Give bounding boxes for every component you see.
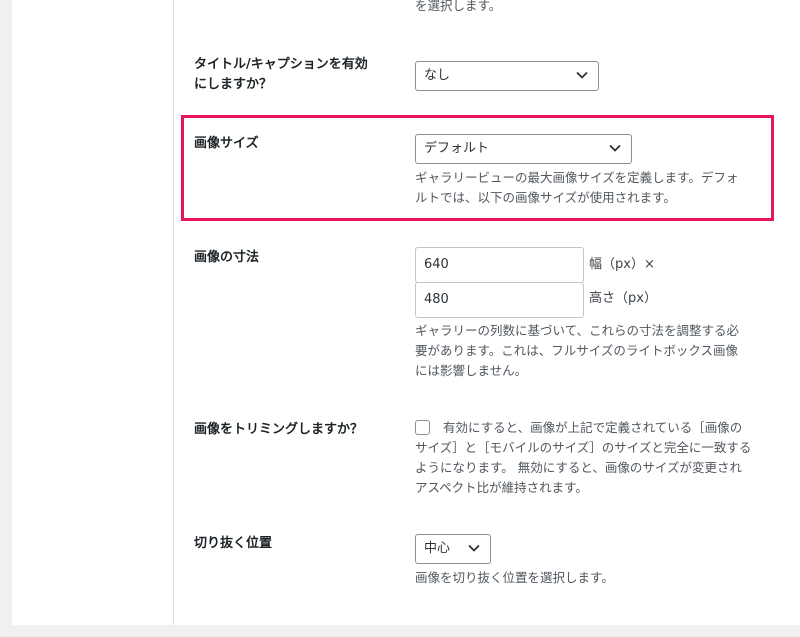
chevron-down-icon (468, 544, 480, 552)
chevron-down-icon (576, 71, 588, 79)
crop-description-rest: サイズ］と［モバイルのサイズ］のサイズと完全に一致する ようになります。 無効に… (415, 440, 752, 495)
crop-position-select-value: 中心 (424, 541, 451, 556)
image-size-label: 画像サイズ (194, 136, 259, 151)
caption-select-value: なし (424, 68, 451, 83)
crop-checkbox[interactable] (415, 420, 430, 435)
caption-setting-label: タイトル/キャプションを有効 にしますか？ (194, 57, 368, 92)
dimensions-label: 画像の寸法 (194, 250, 260, 265)
height-input[interactable]: 480 (415, 282, 584, 318)
crop-label: 画像をトリミングしますか？ (194, 422, 364, 437)
crop-description-line1: 有効にすると、画像が上記で定義されている［画像の (443, 420, 743, 435)
top-description: を選択します。 (415, 0, 502, 13)
settings-sidebar (12, 0, 174, 625)
width-unit-label: 幅（px）× (589, 257, 655, 272)
caption-select[interactable]: なし (415, 61, 599, 91)
image-size-description: ギャラリービューの最大画像サイズを定義します。デフォ ルトでは、以下の画像サイズ… (415, 170, 739, 205)
image-size-select-value: デフォルト (424, 141, 490, 156)
crop-position-description: 画像を切り抜く位置を選択します。 (415, 570, 614, 585)
chevron-down-icon (609, 144, 621, 152)
width-input[interactable]: 640 (415, 247, 584, 283)
crop-position-label: 切り抜く位置 (194, 536, 273, 551)
image-size-select[interactable]: デフォルト (415, 134, 632, 164)
crop-position-select[interactable]: 中心 (415, 534, 491, 564)
left-background-strip (0, 0, 12, 637)
height-unit-label: 高さ（px） (589, 291, 657, 306)
dimensions-description: ギャラリーの列数に基づいて、これらの寸法を調整する必 要があります。これは、フル… (415, 323, 740, 378)
